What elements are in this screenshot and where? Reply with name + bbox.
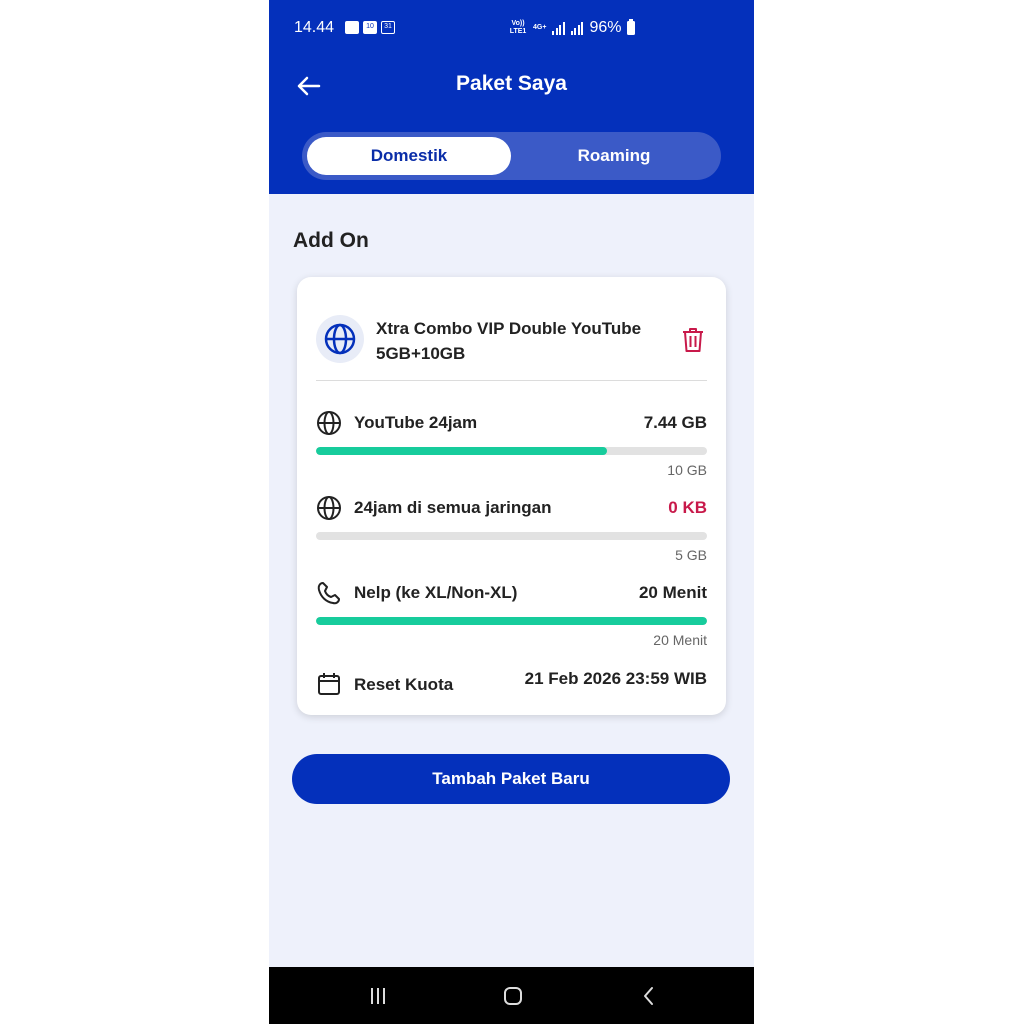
status-time: 14.44 <box>294 19 335 36</box>
quota-total: 20 Menit <box>653 632 707 648</box>
quota-label: Nelp (ke XL/Non-XL) <box>354 583 518 602</box>
phone-icon <box>317 582 340 605</box>
delete-button[interactable] <box>681 326 705 354</box>
quota-value: 0 KB <box>668 498 707 517</box>
signal-icon-2 <box>570 21 584 35</box>
header: 14.44 10 31 Vo)) LTE1 4G+ 96% Paket Saya… <box>269 0 754 194</box>
quota-progress-fill <box>316 617 707 625</box>
trash-icon <box>683 328 703 352</box>
status-right: Vo)) LTE1 4G+ 96% <box>509 19 636 37</box>
tab-bar: Domestik Roaming <box>302 132 721 180</box>
recent-apps-icon[interactable] <box>366 984 390 1008</box>
package-card: Xtra Combo VIP Double YouTube 5GB+10GB Y… <box>297 277 726 715</box>
section-title: Add On <box>293 229 369 252</box>
tab-roaming[interactable]: Roaming <box>512 137 716 175</box>
network-type-label: 4G+ <box>533 24 547 31</box>
page-title: Paket Saya <box>456 72 567 95</box>
volte-label: Vo)) LTE1 <box>509 20 527 35</box>
calendar-icon <box>318 673 340 695</box>
calendar-31-icon: 31 <box>381 21 395 34</box>
quota-progress-fill <box>316 447 607 455</box>
quota-total: 5 GB <box>675 547 707 563</box>
add-package-button[interactable]: Tambah Paket Baru <box>292 754 730 804</box>
battery-icon <box>627 19 636 35</box>
reset-label: Reset Kuota <box>354 675 454 694</box>
signal-icon <box>552 21 565 35</box>
package-icon-badge <box>316 315 364 363</box>
quota-value: 7.44 GB <box>643 413 707 432</box>
battery-percent: 96% <box>589 19 622 36</box>
wallet-icon <box>345 21 359 34</box>
quota-label: 24jam di semua jaringan <box>354 498 552 517</box>
globe-icon <box>317 496 341 520</box>
notification-icons: 10 31 <box>345 21 395 34</box>
calendar-10-icon: 10 <box>363 21 377 34</box>
quota-label: YouTube 24jam <box>354 413 478 432</box>
quota-progress-bar <box>316 617 707 625</box>
package-name: Xtra Combo VIP Double YouTube 5GB+10GB <box>376 319 642 363</box>
system-nav-bar <box>269 967 754 1024</box>
globe-icon <box>317 411 341 435</box>
card-divider <box>316 380 707 381</box>
reset-value: 21 Feb 2026 23:59 WIB <box>524 669 707 688</box>
quota-progress-bar <box>316 447 707 455</box>
home-icon[interactable] <box>501 984 525 1008</box>
globe-icon <box>324 323 356 355</box>
quota-value: 20 Menit <box>638 583 707 602</box>
tab-domestik[interactable]: Domestik <box>307 137 511 175</box>
quota-progress-bar <box>316 532 707 540</box>
phone-screen: 14.44 10 31 Vo)) LTE1 4G+ 96% Paket Saya… <box>269 0 754 1024</box>
back-icon[interactable] <box>637 984 661 1008</box>
quota-total: 10 GB <box>667 462 707 478</box>
